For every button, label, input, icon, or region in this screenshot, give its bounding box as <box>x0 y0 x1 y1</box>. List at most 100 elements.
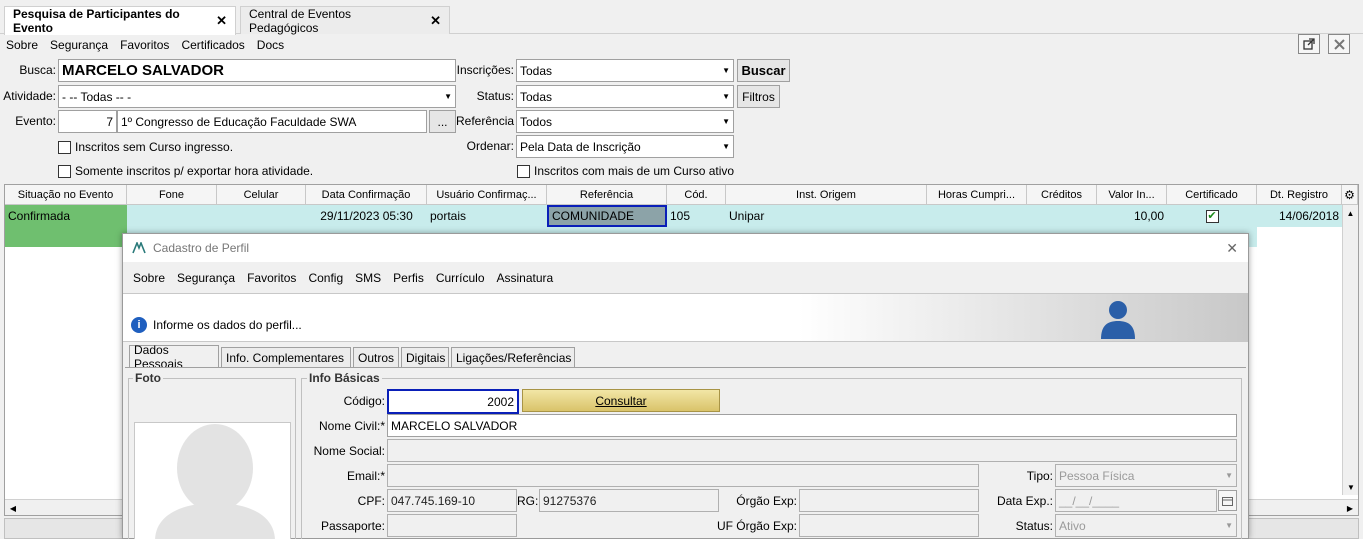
atividade-value: - -- Todas -- - <box>62 89 132 104</box>
cell-valor[interactable]: 10,00 <box>1097 205 1167 227</box>
tab-dados-pessoais[interactable]: Dados Pessoais <box>129 343 219 371</box>
scroll-left-icon[interactable]: ◀ <box>5 500 21 516</box>
cell-dt-registro[interactable]: 14/06/2018 <box>1257 205 1342 227</box>
dmenu-favoritos[interactable]: Favoritos <box>241 271 302 285</box>
external-window-icon[interactable] <box>1298 34 1320 54</box>
dmenu-curriculo[interactable]: Currículo <box>430 271 491 285</box>
cell-certificado[interactable]: ✔ <box>1167 205 1257 227</box>
cell-usuario[interactable]: portais <box>427 205 547 227</box>
cell-fone[interactable] <box>127 205 217 227</box>
photo-placeholder[interactable] <box>134 422 291 539</box>
col-valor[interactable]: Valor In... <box>1097 185 1167 205</box>
status-select[interactable]: Todas ▼ <box>516 85 734 108</box>
orgao-exp-label: Órgão Exp: <box>736 494 797 508</box>
scroll-up-icon[interactable]: ▲ <box>1343 205 1358 221</box>
row-status-cell[interactable] <box>5 227 127 247</box>
dmenu-sobre[interactable]: Sobre <box>127 271 171 285</box>
col-creditos[interactable]: Créditos <box>1027 185 1097 205</box>
chk-mais-curso[interactable]: Inscritos com mais de um Curso ativo <box>517 164 734 178</box>
gear-icon[interactable]: ⚙ <box>1342 185 1358 205</box>
tipo-select[interactable]: Pessoa Física ▼ <box>1055 464 1237 487</box>
email-input[interactable] <box>387 464 979 487</box>
chevron-down-icon: ▼ <box>722 66 730 75</box>
inscricoes-select[interactable]: Todas ▼ <box>516 59 734 82</box>
close-icon[interactable]: ✕ <box>1226 240 1238 257</box>
menu-docs[interactable]: Docs <box>251 38 290 52</box>
calendar-icon[interactable] <box>1218 490 1237 511</box>
col-referencia[interactable]: Referência <box>547 185 667 205</box>
buscar-button[interactable]: Buscar <box>737 59 790 82</box>
col-horas[interactable]: Horas Cumpri... <box>927 185 1027 205</box>
dmenu-perfis[interactable]: Perfis <box>387 271 430 285</box>
col-dt-registro[interactable]: Dt. Registro <box>1257 185 1342 205</box>
atividade-select[interactable]: - -- Todas -- - ▼ <box>58 85 456 108</box>
dmenu-seguranca[interactable]: Segurança <box>171 271 241 285</box>
ordenar-select[interactable]: Pela Data de Inscrição ▼ <box>516 135 734 158</box>
tab-pesquisa-participantes[interactable]: Pesquisa de Participantes do Evento ✕ <box>4 6 236 35</box>
menu-favoritos[interactable]: Favoritos <box>114 38 175 52</box>
menu-seguranca[interactable]: Segurança <box>44 38 114 52</box>
dialog-titlebar: Cadastro de Perfil ✕ <box>123 234 1248 262</box>
cell-creditos[interactable] <box>1027 205 1097 227</box>
nome-civil-input[interactable]: MARCELO SALVADOR <box>387 414 1237 437</box>
cell-data-confirmacao[interactable]: 29/11/2023 05:30 <box>306 205 427 227</box>
close-window-icon[interactable] <box>1328 34 1350 54</box>
tab-info-complementares[interactable]: Info. Complementares <box>221 347 351 367</box>
checkbox[interactable] <box>517 164 530 178</box>
checkbox[interactable] <box>58 140 71 154</box>
codigo-input[interactable]: 2002 <box>387 389 519 414</box>
col-cod[interactable]: Cód. <box>667 185 726 205</box>
status-value: Ativo <box>1059 518 1086 533</box>
checkbox[interactable] <box>58 164 71 178</box>
chk-sem-curso[interactable]: Inscritos sem Curso ingresso. <box>58 140 233 154</box>
cell-celular[interactable] <box>217 205 306 227</box>
col-fone[interactable]: Fone <box>127 185 217 205</box>
info-basicas-title: Info Básicas <box>307 371 382 385</box>
dmenu-sms[interactable]: SMS <box>349 271 387 285</box>
cell-horas[interactable] <box>927 205 1027 227</box>
vertical-scrollbar[interactable]: ▲ ▼ <box>1342 205 1358 495</box>
close-icon[interactable]: ✕ <box>216 13 227 29</box>
nome-civil-label: Nome Civil:* <box>318 419 385 433</box>
referencia-select[interactable]: Todos ▼ <box>516 110 734 133</box>
busca-input[interactable]: MARCELO SALVADOR <box>58 59 456 82</box>
tab-central-eventos[interactable]: Central de Eventos Pedagógicos ✕ <box>240 6 450 35</box>
filtros-button[interactable]: Filtros <box>737 85 780 108</box>
col-usuario[interactable]: Usuário Confirmaç... <box>427 185 547 205</box>
evento-id-input[interactable]: 7 <box>58 110 117 133</box>
cell-referencia[interactable]: COMUNIDADE <box>547 205 667 227</box>
orgao-exp-input[interactable] <box>799 489 979 512</box>
cell-inst-origem[interactable]: Unipar <box>726 205 927 227</box>
rg-input[interactable]: 91275376 <box>539 489 719 512</box>
evento-lookup-button[interactable]: ... <box>429 110 456 133</box>
col-certificado[interactable]: Certificado <box>1167 185 1257 205</box>
tab-digitais[interactable]: Digitais <box>401 347 449 367</box>
menu-sobre[interactable]: Sobre <box>0 38 44 52</box>
col-data-confirmacao[interactable]: Data Confirmação <box>306 185 427 205</box>
scroll-down-icon[interactable]: ▼ <box>1343 479 1359 495</box>
certificado-checkbox[interactable]: ✔ <box>1205 209 1219 223</box>
tab-ligacoes[interactable]: Ligações/Referências <box>451 347 575 367</box>
chk-exportar-hora[interactable]: Somente inscritos p/ exportar hora ativi… <box>58 164 313 178</box>
scroll-right-icon[interactable]: ▶ <box>1342 500 1358 516</box>
evento-name-input[interactable]: 1º Congresso de Educação Faculdade SWA <box>117 110 427 133</box>
tab-outros[interactable]: Outros <box>353 347 399 367</box>
dmenu-assinatura[interactable]: Assinatura <box>491 271 560 285</box>
col-situacao[interactable]: Situação no Evento <box>5 185 127 205</box>
nome-social-input[interactable] <box>387 439 1237 462</box>
chk-label: Inscritos sem Curso ingresso. <box>75 140 234 154</box>
cell-situacao[interactable]: Confirmada <box>5 205 127 227</box>
cell-cod[interactable]: 105 <box>667 205 726 227</box>
chevron-down-icon: ▼ <box>1225 471 1233 480</box>
passaporte-input[interactable] <box>387 514 517 537</box>
close-icon[interactable]: ✕ <box>430 13 441 29</box>
col-celular[interactable]: Celular <box>217 185 306 205</box>
status-select[interactable]: Ativo ▼ <box>1055 514 1237 537</box>
menu-certificados[interactable]: Certificados <box>175 38 250 52</box>
data-exp-input[interactable]: __/__/____ <box>1055 489 1217 512</box>
col-inst-origem[interactable]: Inst. Origem <box>726 185 927 205</box>
cpf-input[interactable]: 047.745.169-10 <box>387 489 517 512</box>
consultar-button[interactable]: Consultar <box>522 389 720 412</box>
uf-orgao-input[interactable] <box>799 514 979 537</box>
dmenu-config[interactable]: Config <box>302 271 349 285</box>
